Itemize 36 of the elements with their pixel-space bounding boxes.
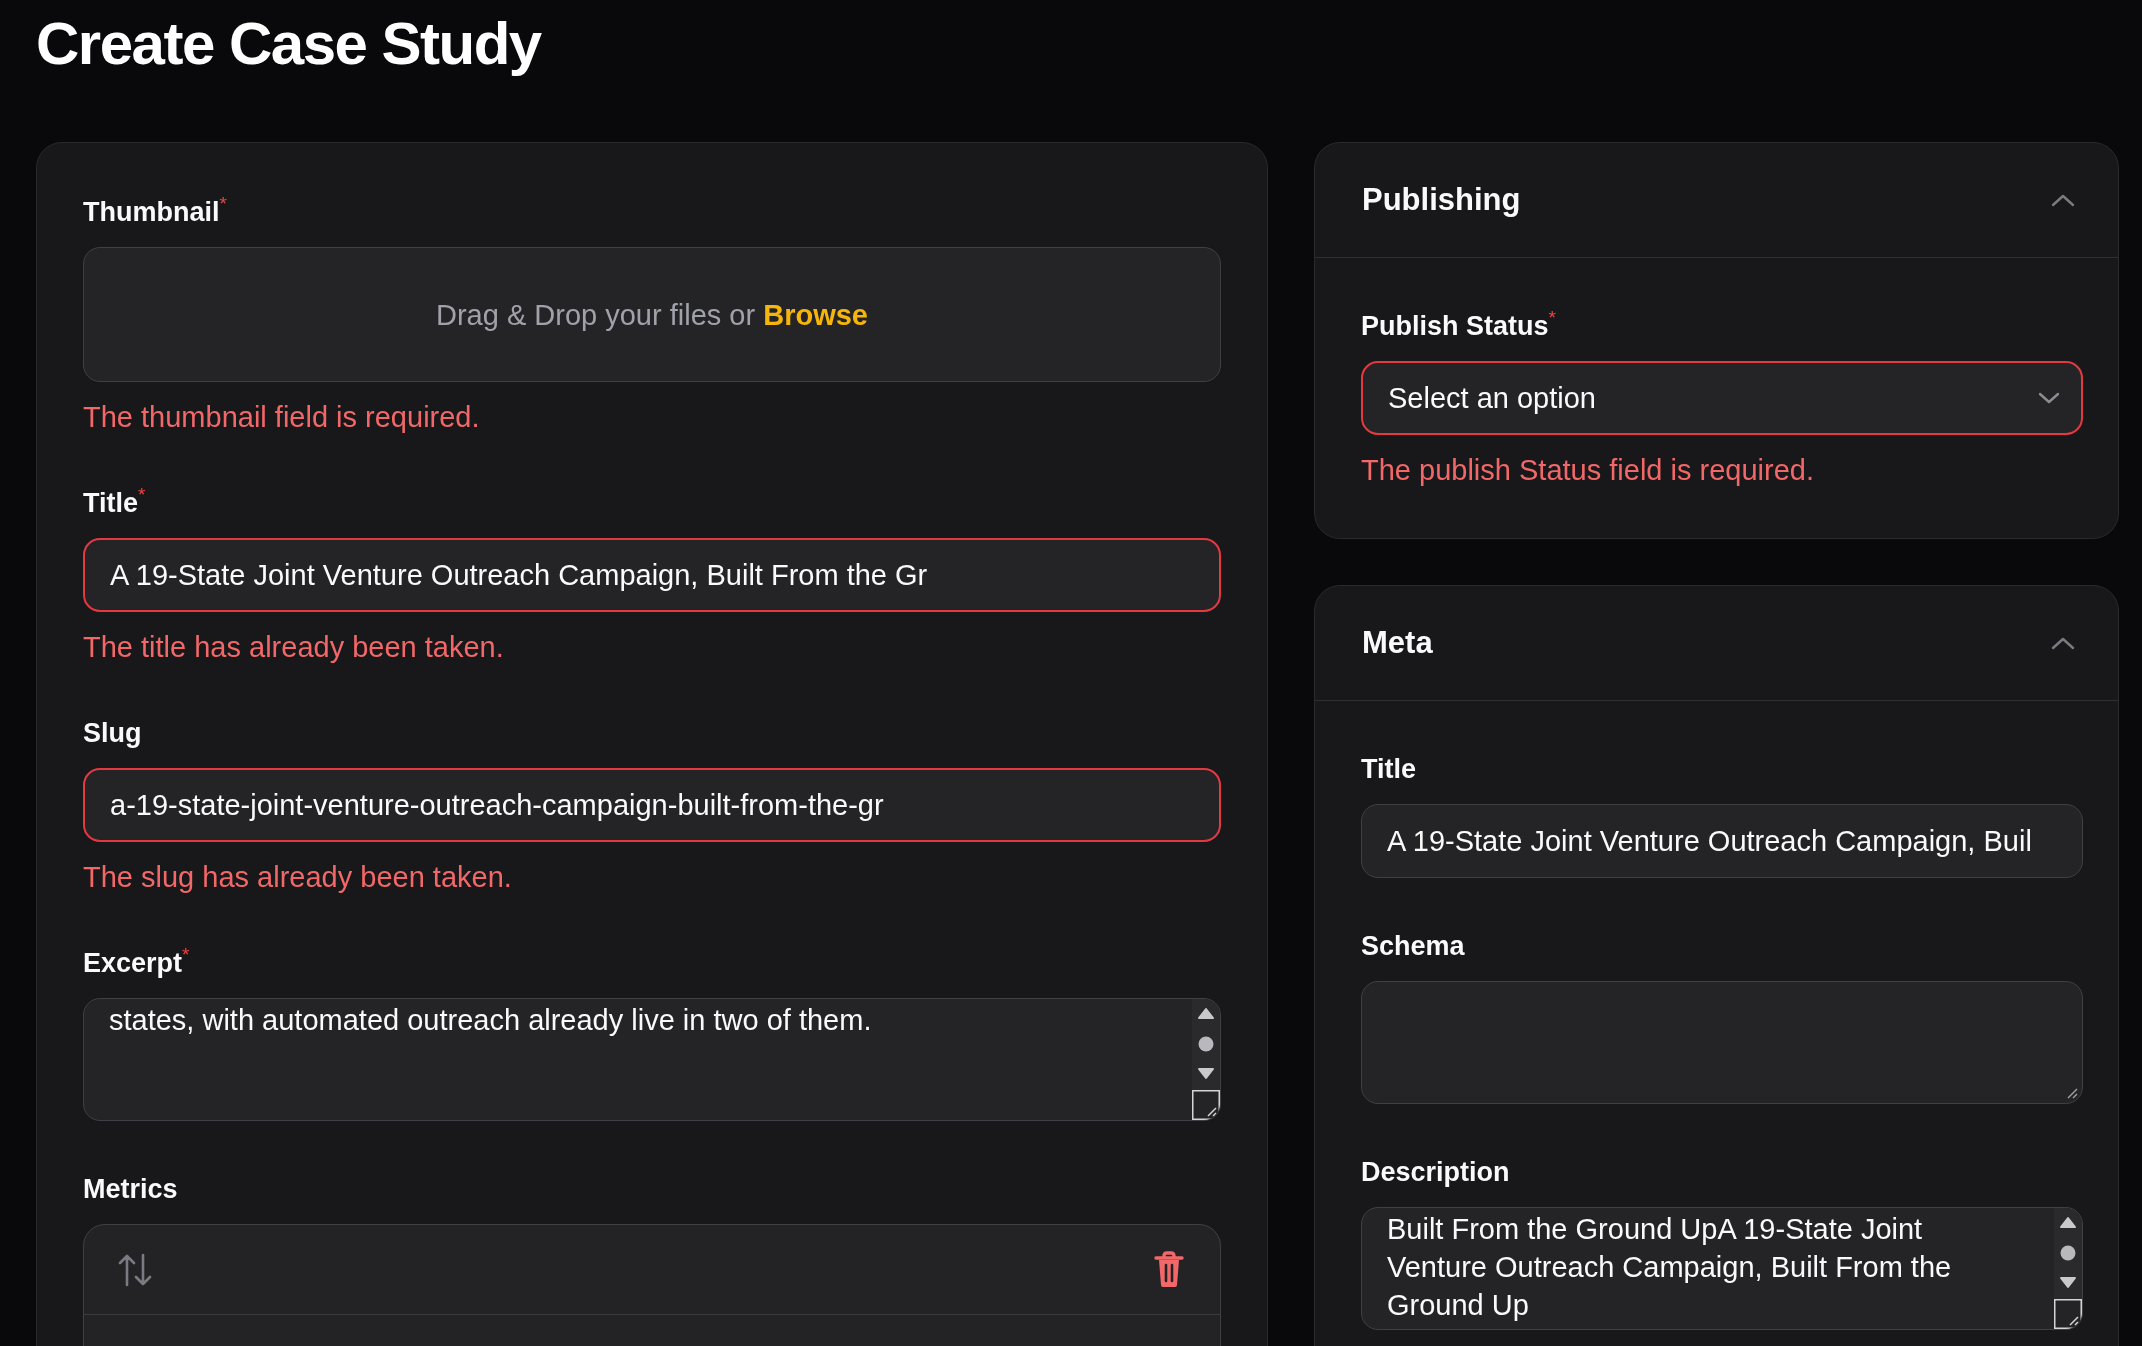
field-label: Metrics — [83, 1173, 178, 1206]
textarea-field[interactable]: Built From the Ground UpA 19-State Joint Venture Outreach Campaign, Built From the Ground Up — [1361, 1207, 2083, 1330]
file-dropzone[interactable]: Drag & Drop your files or Browse — [83, 247, 1221, 382]
field-label: Title — [1361, 753, 1416, 786]
input-field[interactable]: A 19-State Joint Venture Outreach Campaign, Buil — [1361, 804, 2083, 878]
chevron-down-icon[interactable] — [2037, 391, 2061, 405]
field-label: Slug — [83, 717, 142, 750]
textarea-field[interactable]: states, with automated outreach already live in two of them. — [83, 998, 1221, 1121]
input-field[interactable]: a-19-state-joint-venture-outreach-campaign-built-from-the-gr — [83, 768, 1221, 842]
trash-icon[interactable] — [1154, 1250, 1184, 1289]
textarea-field[interactable] — [1361, 981, 2083, 1104]
field-label: Excerpt$^{*}$ — [83, 945, 190, 980]
section-title: Publishing — [1362, 181, 1521, 219]
error-message: The title has already been taken. — [83, 630, 504, 665]
error-message: The slug has already been taken. — [83, 860, 512, 895]
resize-grip-icon[interactable] — [2066, 1087, 2078, 1099]
field-label: Thumbnail$^{*}$ — [83, 194, 227, 229]
chevron-up-icon[interactable] — [2050, 635, 2076, 651]
browse-link[interactable]: Browse — [763, 298, 868, 331]
field-label: Schema — [1361, 930, 1465, 963]
select-field[interactable]: Select an option — [1361, 361, 2083, 435]
page-title: Create Case Study — [36, 9, 541, 79]
field-label: Title$^{*}$ — [83, 485, 146, 520]
field-label: Publish Status$^{*}$ — [1361, 308, 1556, 343]
chevron-up-icon[interactable] — [2050, 192, 2076, 208]
scrollbar[interactable] — [2054, 1208, 2082, 1299]
resize-grip-icon[interactable] — [1192, 1090, 1220, 1120]
input-field[interactable]: A 19-State Joint Venture Outreach Campaign, Built From the Gr — [83, 538, 1221, 612]
scrollbar[interactable] — [1192, 999, 1220, 1090]
resize-grip-icon[interactable] — [2054, 1299, 2082, 1329]
field-label: Description — [1361, 1156, 1510, 1189]
section-title: Meta — [1362, 624, 1433, 662]
error-message: The publish Status field is required. — [1361, 453, 1814, 488]
dropzone-prompt: Drag & Drop your files or Browse — [436, 297, 868, 333]
sort-arrows-icon[interactable] — [118, 1251, 152, 1288]
error-message: The thumbnail field is required. — [83, 400, 480, 435]
